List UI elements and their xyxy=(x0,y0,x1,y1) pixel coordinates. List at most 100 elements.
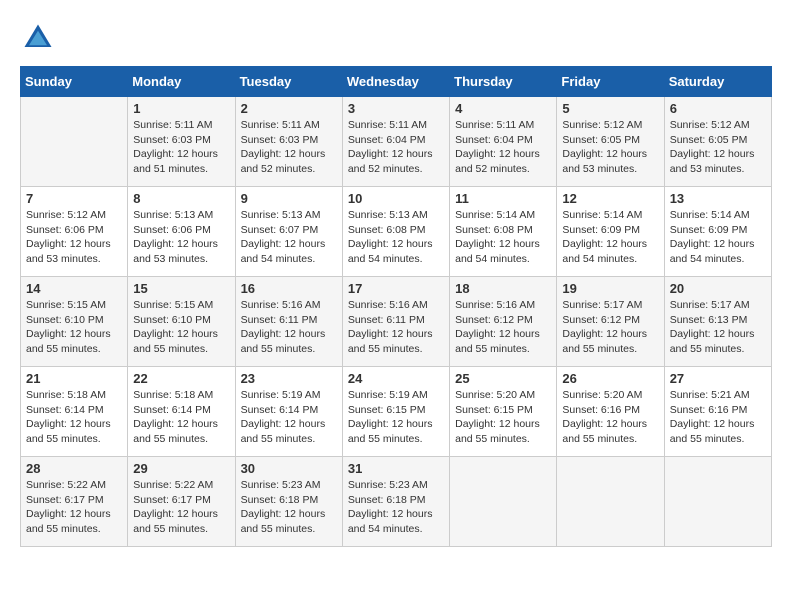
cell-content: Sunrise: 5:15 AM Sunset: 6:10 PM Dayligh… xyxy=(26,298,122,357)
day-number: 15 xyxy=(133,281,229,296)
calendar-cell: 15 Sunrise: 5:15 AM Sunset: 6:10 PM Dayli… xyxy=(128,277,235,367)
cell-content: Sunrise: 5:16 AM Sunset: 6:11 PM Dayligh… xyxy=(241,298,337,357)
calendar-cell: 9 Sunrise: 5:13 AM Sunset: 6:07 PM Daylig… xyxy=(235,187,342,277)
calendar-cell: 3 Sunrise: 5:11 AM Sunset: 6:04 PM Daylig… xyxy=(342,97,449,187)
calendar-cell: 21Sunrise: 5:18 AM Sunset: 6:14 PM Dayli… xyxy=(21,367,128,457)
cell-content: Sunrise: 5:17 AM Sunset: 6:12 PM Dayligh… xyxy=(562,298,658,357)
calendar-cell: 29 Sunrise: 5:22 AM Sunset: 6:17 PM Dayli… xyxy=(128,457,235,547)
calendar-cell: 28 Sunrise: 5:22 AM Sunset: 6:17 PM Dayli… xyxy=(21,457,128,547)
cell-content: Sunrise: 5:11 AM Sunset: 6:04 PM Dayligh… xyxy=(348,118,444,177)
cell-content: Sunrise: 5:14 AM Sunset: 6:09 PM Dayligh… xyxy=(562,208,658,267)
cell-content: Sunrise: 5:23 AM Sunset: 6:18 PM Dayligh… xyxy=(348,478,444,537)
calendar-cell: 7 Sunrise: 5:12 AM Sunset: 6:06 PM Daylig… xyxy=(21,187,128,277)
calendar-cell: 31 Sunrise: 5:23 AM Sunset: 6:18 PM Dayli… xyxy=(342,457,449,547)
calendar-cell: 4Sunrise: 5:11 AM Sunset: 6:04 PM Daylig… xyxy=(450,97,557,187)
calendar-cell: 20Sunrise: 5:17 AM Sunset: 6:13 PM Dayli… xyxy=(664,277,771,367)
cell-content: Sunrise: 5:12 AM Sunset: 6:05 PM Dayligh… xyxy=(670,118,766,177)
day-number: 30 xyxy=(241,461,337,476)
header-cell-monday: Monday xyxy=(128,67,235,97)
calendar-cell xyxy=(21,97,128,187)
cell-content: Sunrise: 5:22 AM Sunset: 6:17 PM Dayligh… xyxy=(133,478,229,537)
calendar-cell xyxy=(664,457,771,547)
day-number: 8 xyxy=(133,191,229,206)
day-number: 22 xyxy=(133,371,229,386)
day-number: 3 xyxy=(348,101,444,116)
calendar-cell: 26 Sunrise: 5:20 AM Sunset: 6:16 PM Dayli… xyxy=(557,367,664,457)
cell-content: Sunrise: 5:18 AM Sunset: 6:14 PM Dayligh… xyxy=(133,388,229,447)
day-number: 27 xyxy=(670,371,766,386)
calendar-cell: 16 Sunrise: 5:16 AM Sunset: 6:11 PM Dayli… xyxy=(235,277,342,367)
calendar-cell: 27Sunrise: 5:21 AM Sunset: 6:16 PM Dayli… xyxy=(664,367,771,457)
day-number: 9 xyxy=(241,191,337,206)
header-row: SundayMondayTuesdayWednesdayThursdayFrid… xyxy=(21,67,772,97)
cell-content: Sunrise: 5:16 AM Sunset: 6:11 PM Dayligh… xyxy=(348,298,444,357)
calendar-cell: 25 Sunrise: 5:20 AM Sunset: 6:15 PM Dayli… xyxy=(450,367,557,457)
day-number: 12 xyxy=(562,191,658,206)
calendar-cell: 11 Sunrise: 5:14 AM Sunset: 6:08 PM Dayli… xyxy=(450,187,557,277)
calendar-cell: 30 Sunrise: 5:23 AM Sunset: 6:18 PM Dayli… xyxy=(235,457,342,547)
calendar-cell: 18 Sunrise: 5:16 AM Sunset: 6:12 PM Dayli… xyxy=(450,277,557,367)
calendar-cell: 6 Sunrise: 5:12 AM Sunset: 6:05 PM Daylig… xyxy=(664,97,771,187)
day-number: 31 xyxy=(348,461,444,476)
day-number: 18 xyxy=(455,281,551,296)
header-cell-thursday: Thursday xyxy=(450,67,557,97)
cell-content: Sunrise: 5:11 AM Sunset: 6:03 PM Dayligh… xyxy=(241,118,337,177)
day-number: 28 xyxy=(26,461,122,476)
header-cell-sunday: Sunday xyxy=(21,67,128,97)
cell-content: Sunrise: 5:13 AM Sunset: 6:06 PM Dayligh… xyxy=(133,208,229,267)
day-number: 11 xyxy=(455,191,551,206)
cell-content: Sunrise: 5:20 AM Sunset: 6:16 PM Dayligh… xyxy=(562,388,658,447)
cell-content: Sunrise: 5:14 AM Sunset: 6:09 PM Dayligh… xyxy=(670,208,766,267)
day-number: 14 xyxy=(26,281,122,296)
week-row-4: 21Sunrise: 5:18 AM Sunset: 6:14 PM Dayli… xyxy=(21,367,772,457)
day-number: 4 xyxy=(455,101,551,116)
cell-content: Sunrise: 5:13 AM Sunset: 6:07 PM Dayligh… xyxy=(241,208,337,267)
day-number: 5 xyxy=(562,101,658,116)
day-number: 16 xyxy=(241,281,337,296)
calendar-cell: 13 Sunrise: 5:14 AM Sunset: 6:09 PM Dayli… xyxy=(664,187,771,277)
cell-content: Sunrise: 5:14 AM Sunset: 6:08 PM Dayligh… xyxy=(455,208,551,267)
cell-content: Sunrise: 5:23 AM Sunset: 6:18 PM Dayligh… xyxy=(241,478,337,537)
calendar-cell: 5 Sunrise: 5:12 AM Sunset: 6:05 PM Daylig… xyxy=(557,97,664,187)
cell-content: Sunrise: 5:11 AM Sunset: 6:03 PM Dayligh… xyxy=(133,118,229,177)
cell-content: Sunrise: 5:15 AM Sunset: 6:10 PM Dayligh… xyxy=(133,298,229,357)
day-number: 26 xyxy=(562,371,658,386)
header-cell-tuesday: Tuesday xyxy=(235,67,342,97)
cell-content: Sunrise: 5:12 AM Sunset: 6:05 PM Dayligh… xyxy=(562,118,658,177)
day-number: 19 xyxy=(562,281,658,296)
day-number: 2 xyxy=(241,101,337,116)
day-number: 6 xyxy=(670,101,766,116)
cell-content: Sunrise: 5:18 AM Sunset: 6:14 PM Dayligh… xyxy=(26,388,122,447)
cell-content: Sunrise: 5:16 AM Sunset: 6:12 PM Dayligh… xyxy=(455,298,551,357)
day-number: 17 xyxy=(348,281,444,296)
calendar-body: 1 Sunrise: 5:11 AM Sunset: 6:03 PM Daylig… xyxy=(21,97,772,547)
calendar-cell: 17 Sunrise: 5:16 AM Sunset: 6:11 PM Dayli… xyxy=(342,277,449,367)
week-row-1: 1 Sunrise: 5:11 AM Sunset: 6:03 PM Daylig… xyxy=(21,97,772,187)
day-number: 7 xyxy=(26,191,122,206)
calendar-cell: 12 Sunrise: 5:14 AM Sunset: 6:09 PM Dayli… xyxy=(557,187,664,277)
day-number: 23 xyxy=(241,371,337,386)
cell-content: Sunrise: 5:19 AM Sunset: 6:14 PM Dayligh… xyxy=(241,388,337,447)
calendar-cell: 8 Sunrise: 5:13 AM Sunset: 6:06 PM Daylig… xyxy=(128,187,235,277)
cell-content: Sunrise: 5:13 AM Sunset: 6:08 PM Dayligh… xyxy=(348,208,444,267)
day-number: 24 xyxy=(348,371,444,386)
calendar-cell xyxy=(557,457,664,547)
cell-content: Sunrise: 5:12 AM Sunset: 6:06 PM Dayligh… xyxy=(26,208,122,267)
logo-icon xyxy=(20,20,56,56)
day-number: 29 xyxy=(133,461,229,476)
header-cell-friday: Friday xyxy=(557,67,664,97)
calendar-cell: 22 Sunrise: 5:18 AM Sunset: 6:14 PM Dayli… xyxy=(128,367,235,457)
cell-content: Sunrise: 5:20 AM Sunset: 6:15 PM Dayligh… xyxy=(455,388,551,447)
day-number: 13 xyxy=(670,191,766,206)
week-row-3: 14 Sunrise: 5:15 AM Sunset: 6:10 PM Dayli… xyxy=(21,277,772,367)
day-number: 25 xyxy=(455,371,551,386)
cell-content: Sunrise: 5:19 AM Sunset: 6:15 PM Dayligh… xyxy=(348,388,444,447)
day-number: 1 xyxy=(133,101,229,116)
calendar-table: SundayMondayTuesdayWednesdayThursdayFrid… xyxy=(20,66,772,547)
calendar-cell: 19 Sunrise: 5:17 AM Sunset: 6:12 PM Dayli… xyxy=(557,277,664,367)
cell-content: Sunrise: 5:22 AM Sunset: 6:17 PM Dayligh… xyxy=(26,478,122,537)
calendar-cell: 24 Sunrise: 5:19 AM Sunset: 6:15 PM Dayli… xyxy=(342,367,449,457)
week-row-2: 7 Sunrise: 5:12 AM Sunset: 6:06 PM Daylig… xyxy=(21,187,772,277)
logo xyxy=(20,20,62,56)
calendar-cell: 14 Sunrise: 5:15 AM Sunset: 6:10 PM Dayli… xyxy=(21,277,128,367)
